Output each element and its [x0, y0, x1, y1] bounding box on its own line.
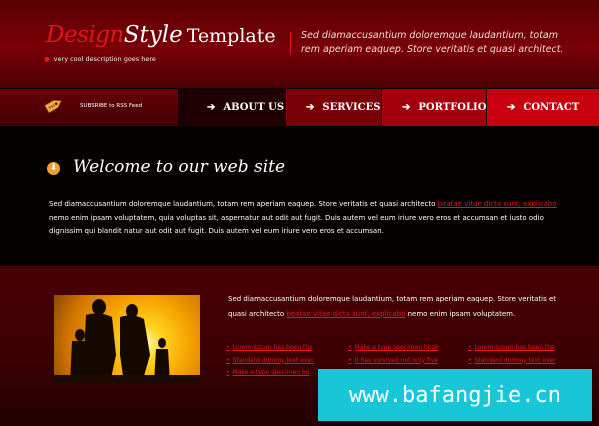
- nav-services[interactable]: ➔ SERVICES: [286, 89, 381, 126]
- link-list-3: • Lorem Ipsum has been the • Standard dumm…: [468, 342, 566, 367]
- tag-icon: RSS: [44, 100, 62, 114]
- list-link-label: Lorem Ipsum has been the: [474, 344, 555, 351]
- main-navigation: RSS SUBSRIBE to RSS Feed ➔ ABOUT US ➔ SE…: [0, 89, 599, 126]
- welcome-section: ⬇ Welcome to our web site Sed diamaccusa…: [0, 126, 599, 264]
- site-logo[interactable]: DesignStyle Template: [46, 22, 276, 48]
- silhouette-image: [54, 299, 200, 383]
- arrow-right-icon: ➔: [207, 102, 216, 113]
- nav-about-us[interactable]: ➔ ABOUT US: [187, 89, 285, 126]
- welcome-title: Welcome to our web site: [73, 157, 286, 177]
- family-sunset-photo: [54, 295, 200, 383]
- header-description: Sed diamaccusantium doloremque laudantiu…: [301, 30, 564, 55]
- nav-contact[interactable]: ➔ CONTACT: [487, 89, 599, 126]
- rss-subscribe[interactable]: RSS SUBSRIBE to RSS Feed: [0, 89, 178, 126]
- list-link[interactable]: • Standard dummy text ever: [468, 355, 566, 368]
- list-link[interactable]: • Make a type specimen book: [348, 342, 448, 355]
- bullet-icon: •: [468, 344, 472, 351]
- list-link-label: Standard dummy text ever: [232, 356, 314, 364]
- list-link-label: Make a type specimen bo: [232, 369, 310, 376]
- list-link[interactable]: • Lorem Ipsum has been the: [468, 342, 566, 355]
- link-list-1: • Lorem Ipsum has been the • Standard dumm…: [226, 342, 321, 380]
- watermark-banner: www.bafangjie.cn: [318, 369, 592, 421]
- nav-label: SERVICES: [322, 102, 381, 113]
- arrow-right-icon: ➔: [402, 102, 411, 113]
- rss-label: SUBSRIBE to RSS Feed: [80, 103, 143, 109]
- list-link[interactable]: • Lorem Ipsum has been the: [226, 342, 321, 355]
- nav-label: CONTACT: [523, 102, 580, 113]
- nav-label: PORTFOLIO: [418, 102, 487, 113]
- bullet-icon: •: [226, 356, 230, 364]
- list-link-label: Make a type specimen book: [354, 344, 439, 351]
- logo-design: Design: [46, 22, 124, 48]
- bullet-icon: •: [348, 356, 352, 364]
- arrow-right-icon: ➔: [306, 102, 315, 113]
- bullet-icon: •: [348, 344, 352, 351]
- welcome-inline-link[interactable]: beatae vitae dicta sunt, explicabo: [438, 200, 557, 208]
- arrow-right-icon: ➔: [507, 102, 516, 113]
- list-link-label: Lorem Ipsum has been the: [232, 344, 313, 351]
- content-inline-link[interactable]: beatae vitae dicta sunt, explicabo: [286, 310, 405, 318]
- nav-portfolio[interactable]: ➔ PORTFOLIO: [382, 89, 486, 126]
- bullet-icon: •: [226, 344, 230, 351]
- content-text-part2: nemo enim ipsam voluptatem.: [405, 309, 516, 318]
- list-link-label: Standard dummy text ever: [474, 356, 556, 364]
- logo-style: Style: [123, 22, 183, 48]
- bullet-icon: ●: [44, 55, 50, 63]
- welcome-text-part2: nemo enim ipsam voluptatem, quia volupta…: [49, 213, 544, 236]
- list-link[interactable]: • It has survived not only five: [348, 355, 448, 368]
- logo-template: Template: [186, 25, 276, 47]
- header: DesignStyle Template ● very cool descripti…: [0, 0, 599, 88]
- welcome-text: Sed diamaccusantium doloremque laudantiu…: [49, 198, 559, 239]
- arrow-down-circle-icon: ⬇: [47, 162, 60, 175]
- nav-label: ABOUT US: [223, 102, 285, 113]
- bullet-icon: •: [468, 356, 472, 364]
- bullet-icon: •: [226, 369, 230, 376]
- header-divider: [290, 32, 291, 54]
- site-tagline: ● very cool description goes here: [44, 55, 156, 63]
- list-link[interactable]: • Standard dummy text ever: [226, 355, 321, 368]
- list-link-label: It has survived not only five: [354, 356, 439, 364]
- welcome-text-part1: Sed diamaccusantium doloremque laudantiu…: [49, 200, 438, 208]
- tagline-text: very cool description goes here: [53, 55, 156, 63]
- content-text: Sed diamaccusantium doloremque laudantiu…: [228, 292, 568, 321]
- list-link[interactable]: • Make a type specimen bo: [226, 367, 321, 380]
- link-list-2: • Make a type specimen book • It has survi…: [348, 342, 448, 367]
